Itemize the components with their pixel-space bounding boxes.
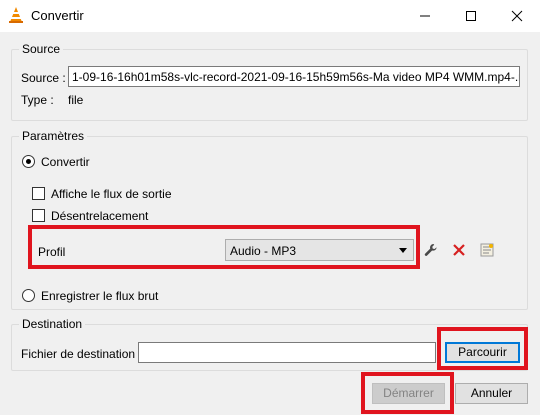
- minimize-button[interactable]: [402, 0, 448, 32]
- close-button[interactable]: [494, 0, 540, 32]
- minimize-icon: [420, 15, 430, 17]
- new-profile-button[interactable]: [476, 239, 498, 261]
- demarrer-highlight-box: [361, 372, 454, 414]
- convertir-label[interactable]: Convertir: [41, 155, 90, 169]
- type-value: file: [68, 93, 84, 107]
- desentrelacement-checkbox[interactable]: [32, 209, 45, 222]
- parcourir-highlight-box: [437, 327, 528, 370]
- vlc-cone-icon: [9, 7, 23, 23]
- parametres-group-title: Paramètres: [19, 129, 88, 143]
- type-label: Type :: [21, 93, 54, 107]
- source-label: Source :: [21, 71, 66, 85]
- profil-highlight-box: [28, 225, 420, 269]
- desentrelacement-label[interactable]: Désentrelacement: [51, 209, 148, 223]
- maximize-icon: [466, 11, 476, 21]
- delete-profile-button[interactable]: [448, 239, 470, 261]
- parametres-group: Paramètres Convertir Affiche le flux de …: [11, 129, 528, 310]
- maximize-button[interactable]: [448, 0, 494, 32]
- enregistrer-flux-radio[interactable]: [22, 289, 35, 302]
- convertir-radio[interactable]: [22, 155, 35, 168]
- source-path-field[interactable]: 1-09-16-16h01m58s-vlc-record-2021-09-16-…: [68, 66, 520, 87]
- destination-label: Fichier de destination :: [21, 347, 142, 361]
- destination-group-title: Destination: [19, 317, 86, 331]
- new-profile-icon: [480, 243, 494, 257]
- afficher-flux-label[interactable]: Affiche le flux de sortie: [51, 187, 172, 201]
- source-group-title: Source: [19, 42, 64, 56]
- destination-file-field[interactable]: [138, 342, 436, 363]
- edit-profile-button[interactable]: [420, 239, 442, 261]
- title-bar: Convertir: [0, 0, 540, 32]
- source-group: Source Source : 1-09-16-16h01m58s-vlc-re…: [11, 42, 528, 121]
- close-icon: [511, 10, 523, 22]
- window-title: Convertir: [31, 8, 84, 23]
- enregistrer-flux-label[interactable]: Enregistrer le flux brut: [41, 289, 158, 303]
- annuler-button[interactable]: Annuler: [455, 383, 528, 404]
- afficher-flux-checkbox[interactable]: [32, 187, 45, 200]
- wrench-icon: [424, 244, 437, 256]
- delete-icon: [453, 244, 465, 256]
- dialog-body: Source Source : 1-09-16-16h01m58s-vlc-re…: [0, 32, 540, 415]
